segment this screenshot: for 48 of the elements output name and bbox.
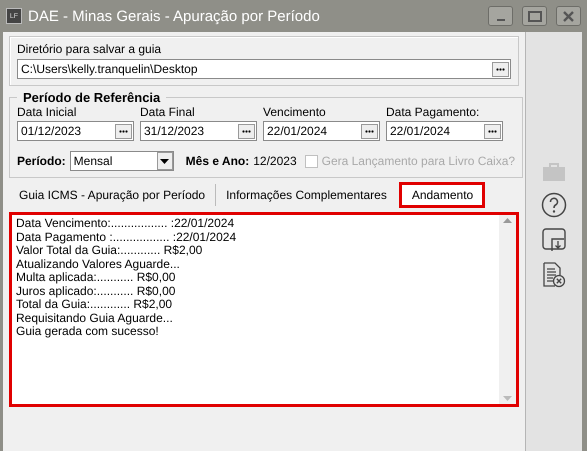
calendar-button[interactable]	[115, 124, 132, 138]
close-icon	[563, 10, 574, 22]
tab[interactable]: Informações Complementares	[215, 184, 397, 206]
directory-field[interactable]: C:\Users\kelly.tranquelin\Desktop	[17, 59, 511, 79]
field-label: Data Pagamento:	[386, 105, 480, 119]
field-label: Período:	[17, 154, 66, 168]
field-label: Data Final	[140, 105, 196, 119]
ellipsis-icon	[488, 130, 497, 132]
ellipsis-icon	[496, 68, 505, 70]
tab[interactable]: Andamento	[400, 184, 484, 206]
maximize-icon	[528, 10, 542, 22]
field-label: Vencimento	[263, 105, 327, 119]
date-field[interactable]: 22/01/2024	[386, 121, 503, 141]
date-field[interactable]: 31/12/2023	[140, 121, 257, 141]
tab[interactable]: Guia ICMS - Apuração por Período	[9, 184, 216, 206]
log-line: Total da Guia:............ R$2,00	[16, 298, 174, 312]
ellipsis-icon	[242, 130, 251, 132]
log-line: Juros aplicado:........... R$0,00	[16, 284, 176, 298]
log-line: Valor Total da Guia:............ R$2,00	[16, 244, 204, 258]
log-line: Multa aplicada:........... R$0,00	[16, 271, 176, 284]
field-label: Data Inicial	[17, 105, 78, 119]
close-button[interactable]	[556, 6, 581, 26]
date-field[interactable]: 22/01/2024	[263, 121, 380, 141]
log-line: Data Pagamento :................. :22/01/2024	[16, 230, 238, 244]
ellipsis-icon	[119, 130, 128, 132]
calendar-button[interactable]	[361, 124, 378, 138]
log-line: Data Vencimento:................. :22/01/2024	[16, 217, 236, 230]
minimize-button[interactable]	[488, 6, 513, 26]
ellipsis-icon	[365, 130, 374, 132]
checkbox-label: Gera Lançamento para Livro Caixa?	[322, 154, 516, 168]
date-field[interactable]: 01/12/2023	[17, 121, 134, 141]
help-icon[interactable]	[541, 192, 567, 218]
browse-button[interactable]	[492, 62, 509, 76]
period-dropdown[interactable]: Mensal	[70, 151, 174, 171]
window-title: DAE - Minas Gerais - Apuração por Período	[28, 8, 321, 24]
field-label: Diretório para salvar a guia	[17, 42, 162, 56]
log-line: Requisitando Guia Aguarde...	[16, 312, 174, 325]
maximize-button[interactable]	[522, 6, 547, 26]
log-line: Guia gerada com sucesso!	[16, 325, 159, 338]
calendar-button[interactable]	[484, 124, 501, 138]
month-year-value: 12/2023	[253, 154, 297, 168]
calendar-button[interactable]	[238, 124, 255, 138]
field-label: Mês e Ano:	[186, 154, 250, 168]
log-line: Atualizando Valores Aguarde...	[16, 258, 181, 271]
minimize-icon	[496, 19, 504, 21]
section-title: Período de Referência	[22, 90, 162, 105]
document-cancel-icon[interactable]	[542, 262, 566, 288]
document-download-icon[interactable]	[542, 228, 566, 252]
